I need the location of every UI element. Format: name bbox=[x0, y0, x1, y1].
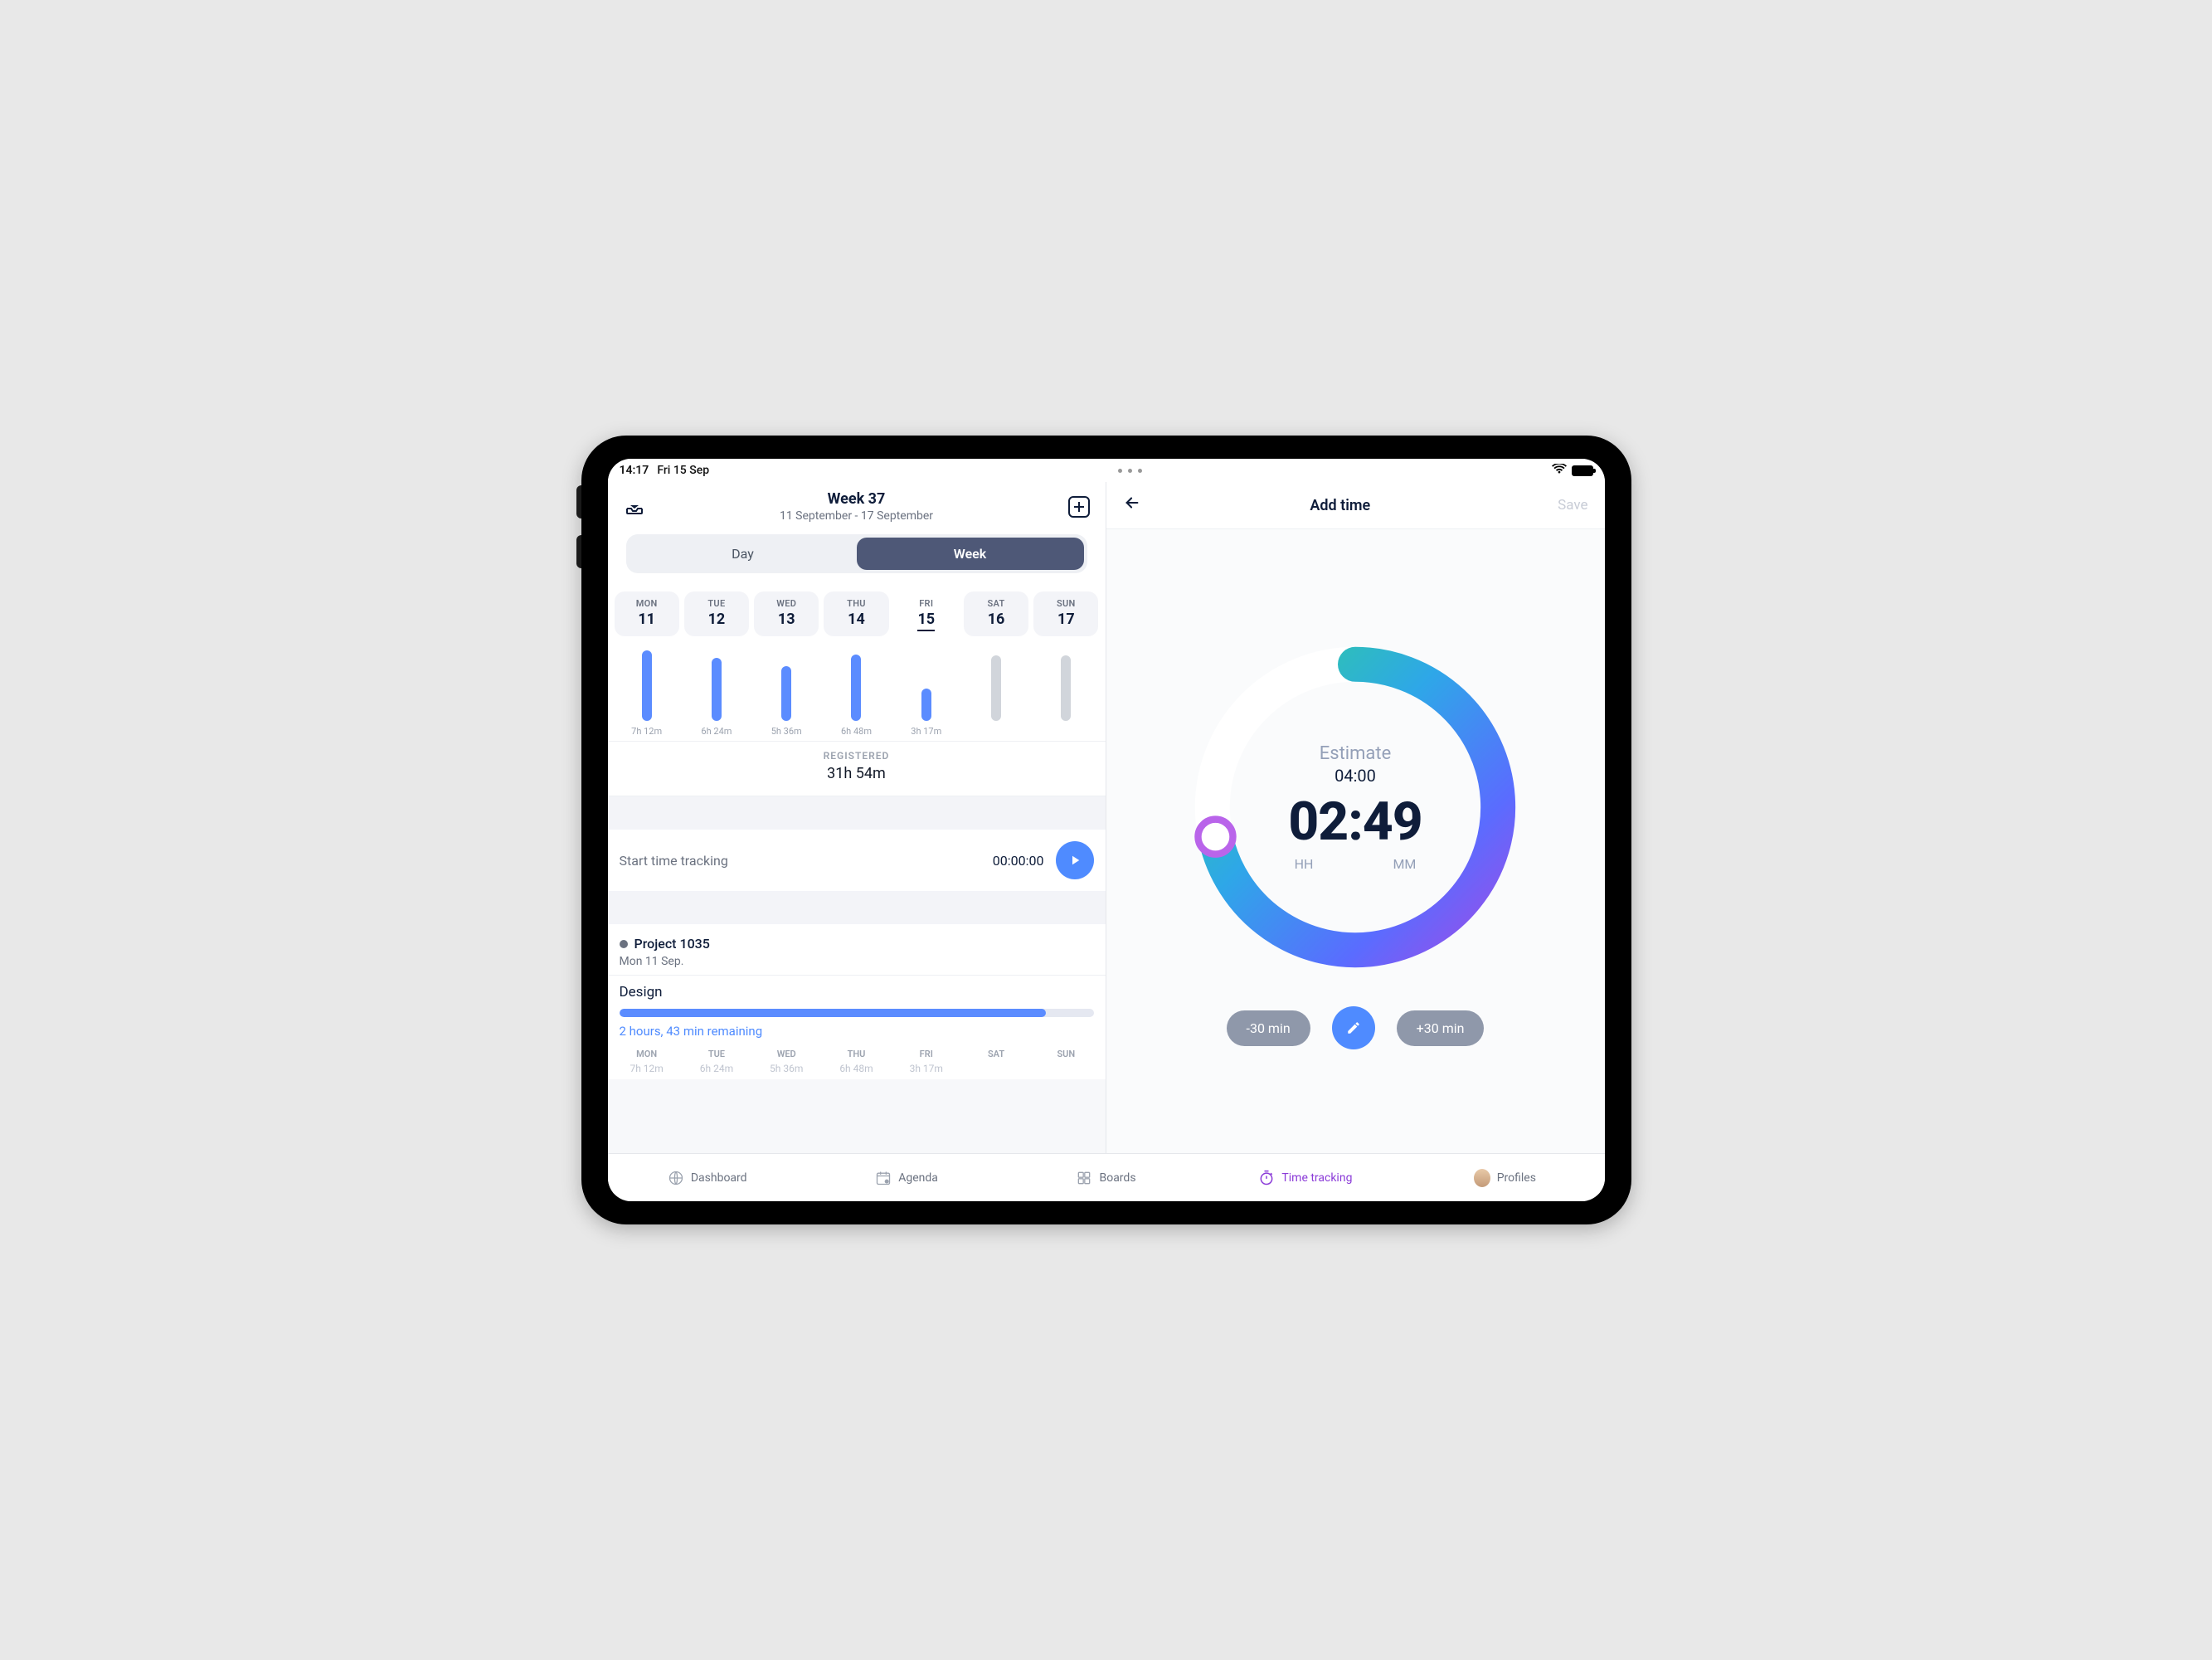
task-row[interactable]: Design 2 hours, 43 min remaining bbox=[608, 975, 1106, 1039]
task-remaining: 2 hours, 43 min remaining bbox=[620, 1024, 1094, 1039]
tab-time-tracking[interactable]: Time tracking bbox=[1206, 1170, 1405, 1186]
tab-bar: Dashboard Agenda Boards Time tracking Pr… bbox=[608, 1153, 1605, 1201]
bar-mon: 7h 12m bbox=[615, 646, 679, 738]
left-pane: Week 37 11 September - 17 September Day … bbox=[608, 482, 1106, 1153]
right-header: Add time Save bbox=[1106, 482, 1605, 529]
bar-wed: 5h 36m bbox=[754, 646, 819, 738]
seg-day[interactable]: Day bbox=[630, 538, 857, 570]
right-pane: Add time Save bbox=[1106, 482, 1605, 1153]
mm-label: MM bbox=[1393, 856, 1416, 872]
tab-dashboard[interactable]: Dashboard bbox=[608, 1170, 807, 1186]
registered-summary: REGISTERED 31h 54m bbox=[608, 741, 1106, 796]
tab-boards[interactable]: Boards bbox=[1006, 1170, 1205, 1186]
day-mon[interactable]: MON11 bbox=[615, 591, 679, 636]
calendar-icon bbox=[875, 1170, 892, 1186]
status-bar: 14:17 Fri 15 Sep bbox=[608, 459, 1605, 482]
day-wed[interactable]: WED13 bbox=[754, 591, 819, 636]
project-header[interactable]: Project 1035 Mon 11 Sep. bbox=[608, 924, 1106, 975]
estimate-label: Estimate bbox=[1320, 743, 1392, 764]
mini-day-values: 7h 12m6h 24m5h 36m6h 48m3h 17m bbox=[608, 1061, 1106, 1079]
day-thu[interactable]: THU14 bbox=[824, 591, 888, 636]
day-fri[interactable]: FRI15 bbox=[894, 591, 959, 636]
inbox-icon[interactable] bbox=[620, 492, 649, 522]
registered-label: REGISTERED bbox=[608, 750, 1106, 762]
start-tracking-value: 00:00:00 bbox=[993, 853, 1044, 869]
tab-agenda[interactable]: Agenda bbox=[807, 1170, 1006, 1186]
play-button[interactable] bbox=[1056, 841, 1094, 879]
add-button[interactable] bbox=[1064, 492, 1094, 522]
hh-label: HH bbox=[1295, 856, 1314, 872]
device-frame: 14:17 Fri 15 Sep bbox=[581, 436, 1631, 1224]
globe-icon bbox=[668, 1170, 684, 1186]
screen: 14:17 Fri 15 Sep bbox=[608, 459, 1605, 1201]
time-dial[interactable]: Estimate 04:00 02:49 HH MM bbox=[1181, 633, 1529, 981]
day-sun[interactable]: SUN17 bbox=[1033, 591, 1098, 636]
registered-value: 31h 54m bbox=[608, 765, 1106, 782]
week-range: 11 September - 17 September bbox=[649, 509, 1064, 523]
multitask-dots[interactable] bbox=[1117, 469, 1143, 473]
stopwatch-icon bbox=[1258, 1170, 1275, 1186]
task-progress bbox=[620, 1009, 1094, 1017]
right-title: Add time bbox=[1123, 497, 1558, 514]
day-strip: MON11TUE12WED13THU14FRI15SAT16SUN17 bbox=[608, 580, 1106, 641]
plus-30-button[interactable]: +30 min bbox=[1397, 1010, 1485, 1046]
minus-30-button[interactable]: -30 min bbox=[1227, 1010, 1310, 1046]
start-tracking-row: Start time tracking 00:00:00 bbox=[608, 830, 1106, 891]
day-sat[interactable]: SAT16 bbox=[964, 591, 1028, 636]
bar-thu: 6h 48m bbox=[824, 646, 888, 738]
week-title: Week 37 bbox=[649, 490, 1064, 508]
view-segmented: Day Week bbox=[626, 534, 1087, 573]
save-button[interactable]: Save bbox=[1558, 497, 1587, 514]
battery-icon bbox=[1572, 465, 1593, 476]
project-date: Mon 11 Sep. bbox=[620, 955, 1094, 968]
estimate-value: 04:00 bbox=[1334, 766, 1376, 786]
bar-strip: 7h 12m6h 24m5h 36m6h 48m3h 17m bbox=[608, 641, 1106, 741]
task-name: Design bbox=[620, 984, 1094, 1000]
bar-fri: 3h 17m bbox=[894, 646, 959, 738]
grid-icon bbox=[1076, 1170, 1092, 1186]
status-time: 14:17 bbox=[620, 464, 649, 477]
bar-sun bbox=[1033, 646, 1098, 738]
wifi-icon bbox=[1552, 464, 1567, 478]
bar-tue: 6h 24m bbox=[684, 646, 749, 738]
tab-profiles[interactable]: Profiles bbox=[1405, 1170, 1604, 1186]
edit-button[interactable] bbox=[1332, 1006, 1375, 1049]
bar-sat bbox=[964, 646, 1028, 738]
time-value: 02:49 bbox=[1288, 791, 1422, 853]
start-tracking-label: Start time tracking bbox=[620, 853, 728, 869]
project-name: Project 1035 bbox=[620, 936, 1094, 952]
mini-day-labels: MONTUEWEDTHUFRISATSUN bbox=[608, 1039, 1106, 1061]
status-date: Fri 15 Sep bbox=[657, 464, 709, 477]
day-tue[interactable]: TUE12 bbox=[684, 591, 749, 636]
seg-week[interactable]: Week bbox=[857, 538, 1084, 570]
avatar-icon bbox=[1474, 1170, 1490, 1186]
